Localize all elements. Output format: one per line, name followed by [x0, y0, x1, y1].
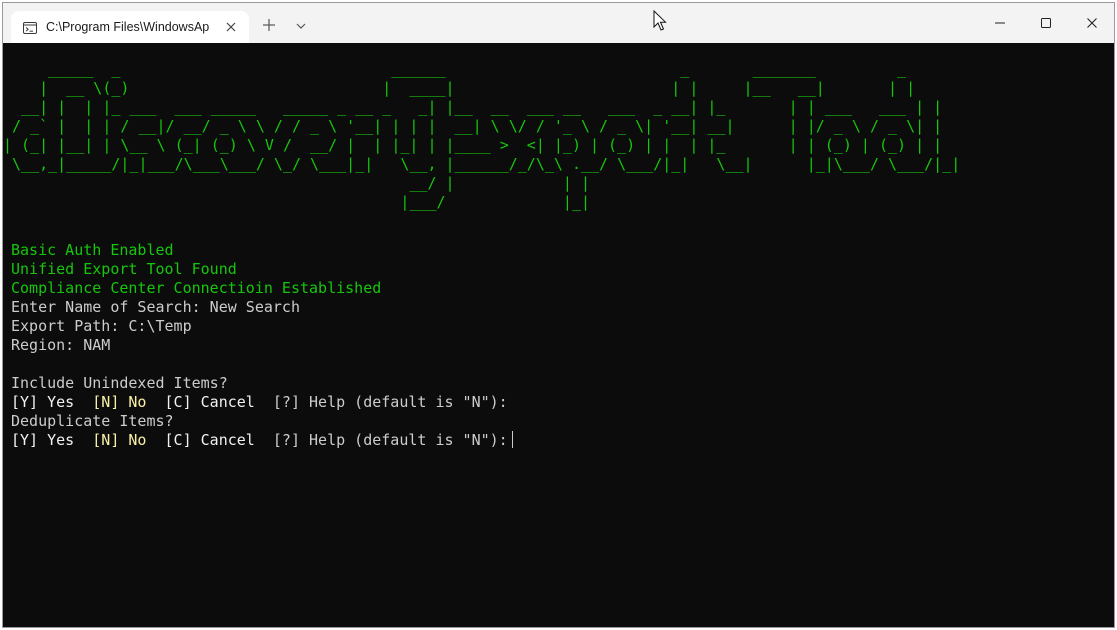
terminal-window: C:\Program Files\WindowsAp _____ _ _____… — [2, 2, 1115, 628]
choice-cancel: [C] Cancel — [164, 431, 255, 449]
choice-yes: [Y] Yes — [11, 393, 75, 411]
choice-help: [?] Help (default is "N"): — [272, 431, 508, 449]
minimize-button[interactable] — [977, 3, 1023, 43]
text-cursor — [511, 431, 513, 448]
unindexed-question: Include Unindexed Items? — [11, 374, 228, 392]
choice-help: [?] Help (default is "N"): — [272, 393, 508, 411]
status-line-connection: Compliance Center Connectioin Establishe… — [11, 279, 382, 297]
title-bar: C:\Program Files\WindowsAp — [3, 3, 1114, 43]
dedupe-choices[interactable]: [Y] Yes [N] No [C] Cancel [?] Help (defa… — [11, 431, 513, 450]
plus-icon[interactable] — [261, 17, 277, 33]
tab-title: C:\Program Files\WindowsAp — [46, 20, 210, 34]
close-icon — [1087, 18, 1097, 28]
choice-yes: [Y] Yes — [11, 431, 75, 449]
search-name-line: Enter Name of Search: New Search — [11, 298, 300, 316]
close-window-button[interactable] — [1069, 3, 1114, 43]
chevron-down-icon[interactable] — [294, 19, 308, 31]
status-line-export-tool: Unified Export Tool Found — [11, 260, 237, 278]
terminal-output[interactable]: _____ _ ______ _ _______ _ | __ \(_) | _… — [3, 43, 1114, 627]
dedupe-question: Deduplicate Items? — [11, 412, 174, 430]
maximize-icon — [1041, 18, 1051, 28]
choice-no: [N] No — [92, 393, 147, 411]
choice-no: [N] No — [92, 431, 147, 449]
choice-cancel: [C] Cancel — [164, 393, 255, 411]
maximize-button[interactable] — [1023, 3, 1069, 43]
status-line-basic-auth: Basic Auth Enabled — [11, 241, 174, 259]
tab-powershell[interactable]: C:\Program Files\WindowsAp — [11, 11, 249, 43]
mouse-pointer-icon — [653, 9, 667, 32]
close-icon[interactable] — [223, 19, 239, 35]
terminal-icon — [23, 21, 37, 34]
region-line: Region: NAM — [11, 336, 111, 354]
export-path-line: Export Path: C:\Temp — [11, 317, 192, 335]
ascii-banner: _____ _ ______ _ _______ _ | __ \(_) | _… — [3, 60, 961, 211]
unindexed-choices: [Y] Yes [N] No [C] Cancel [?] Help (defa… — [11, 393, 508, 412]
minimize-icon — [995, 22, 1005, 24]
